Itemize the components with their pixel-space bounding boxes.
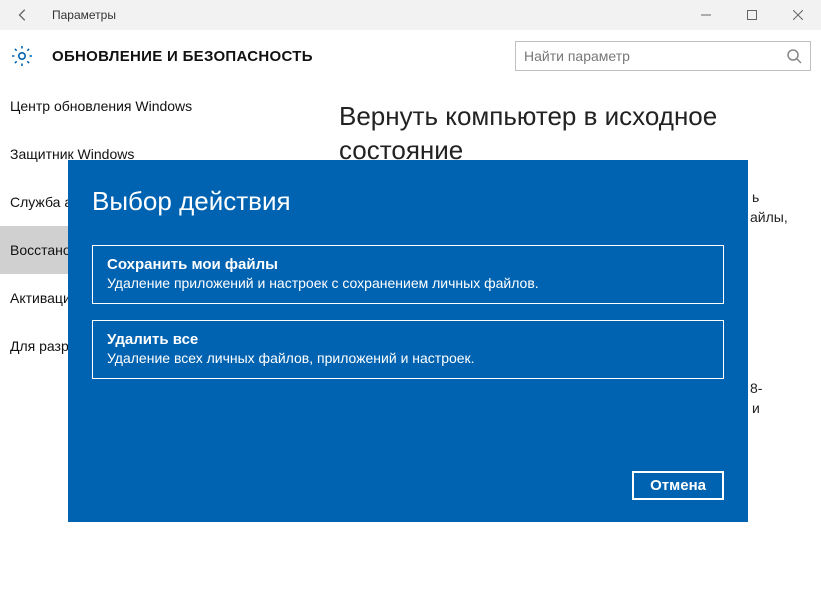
sidebar-item-label: Центр обновления Windows: [10, 98, 192, 114]
minimize-icon: [701, 10, 711, 20]
maximize-icon: [747, 10, 757, 20]
settings-gear-icon: [10, 44, 34, 68]
sidebar-item-windows-update[interactable]: Центр обновления Windows: [0, 82, 335, 130]
truncated-text: ь: [752, 189, 759, 205]
search-box[interactable]: [515, 41, 811, 71]
cancel-button[interactable]: Отмена: [632, 471, 724, 500]
truncated-text: айлы,: [750, 209, 788, 225]
dialog-title: Выбор действия: [92, 186, 724, 217]
close-button[interactable]: [775, 0, 821, 30]
window-title: Параметры: [52, 8, 116, 22]
window-controls: [683, 0, 821, 30]
truncated-text: и: [752, 400, 760, 416]
header: ОБНОВЛЕНИЕ И БЕЗОПАСНОСТЬ: [0, 30, 821, 82]
maximize-button[interactable]: [729, 0, 775, 30]
option-title: Сохранить мои файлы: [107, 256, 709, 273]
option-remove-everything[interactable]: Удалить все Удаление всех личных файлов,…: [92, 320, 724, 379]
minimize-button[interactable]: [683, 0, 729, 30]
page-title: Вернуть компьютер в исходное состояние: [339, 100, 799, 168]
option-description: Удаление приложений и настроек с сохране…: [107, 275, 709, 291]
option-title: Удалить все: [107, 331, 709, 348]
titlebar: Параметры: [0, 0, 821, 30]
option-keep-files[interactable]: Сохранить мои файлы Удаление приложений …: [92, 245, 724, 304]
back-arrow-icon: [16, 8, 30, 22]
category-title: ОБНОВЛЕНИЕ И БЕЗОПАСНОСТЬ: [52, 48, 515, 65]
back-button[interactable]: [8, 0, 38, 30]
search-input[interactable]: [524, 48, 784, 64]
close-icon: [793, 10, 803, 20]
search-icon: [786, 48, 802, 64]
option-description: Удаление всех личных файлов, приложений …: [107, 350, 709, 366]
truncated-text: 8-: [750, 380, 762, 396]
reset-dialog: Выбор действия Сохранить мои файлы Удале…: [68, 160, 748, 522]
